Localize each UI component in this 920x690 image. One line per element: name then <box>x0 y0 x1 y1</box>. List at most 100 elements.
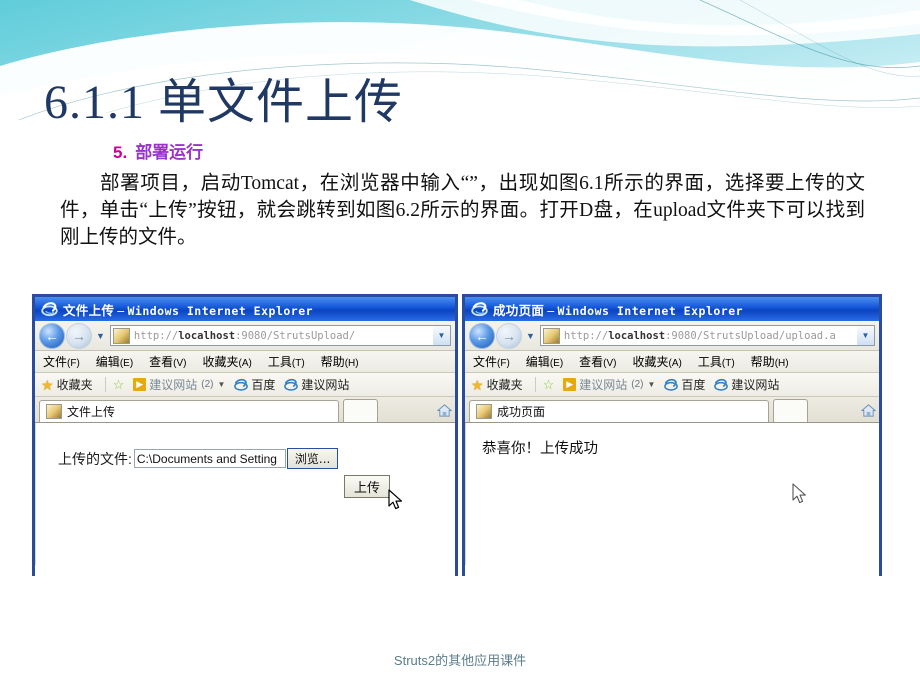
mouse-cursor-icon-right <box>792 483 806 504</box>
titlebar-text-left: 文件上传 – Windows Internet Explorer <box>63 300 313 319</box>
section-heading-text: 部署运行 <box>135 143 204 162</box>
address-bar-right[interactable]: ← → ▼ http://localhost:9080/StrutsUpload… <box>465 321 879 351</box>
add-star-icon: ☆ <box>112 377 125 392</box>
star-icon-right: ★ <box>471 376 484 393</box>
favorites-bar-left[interactable]: ★ 收藏夹 ☆ ▶ 建议网站 (2) ▼ 百度 建议网站 <box>35 373 455 397</box>
tab-strip-right[interactable]: 成功页面 <box>465 397 879 423</box>
address-input-right[interactable]: http://localhost:9080/StrutsUpload/uploa… <box>539 325 858 346</box>
menu-mnemonic-favorites-left: (A) <box>238 358 252 369</box>
menu-item-file-left[interactable]: 文件(F) <box>43 353 80 370</box>
menu-item-help-left[interactable]: 帮助(H) <box>321 353 359 370</box>
menu-label-help-right: 帮助 <box>750 355 775 369</box>
window-title-separator-left: – <box>117 303 125 318</box>
menu-item-tools-left[interactable]: 工具(T) <box>268 353 305 370</box>
bookmark-suggested-left[interactable]: 建议网站 <box>284 376 349 393</box>
suggested-sites-count-right: (2) <box>631 379 644 390</box>
forward-button-right[interactable]: → <box>496 322 522 349</box>
favorites-button-left[interactable]: ★ 收藏夹 <box>41 376 93 393</box>
address-input-left[interactable]: http://localhost:9080/StrutsUpload/ <box>109 325 434 346</box>
page-content-right: 恭喜你！上传成功 <box>465 423 879 565</box>
page-title: 6.1.1 单文件上传 <box>44 76 404 129</box>
home-icon-left[interactable] <box>437 403 452 418</box>
tab-label-left: 文件上传 <box>67 405 116 419</box>
tab-upload-form[interactable]: 文件上传 <box>39 400 339 422</box>
suggested-sites-count-left: (2) <box>201 379 214 390</box>
menu-label-edit-right: 编辑 <box>525 355 550 369</box>
menu-item-tools-right[interactable]: 工具(T) <box>698 353 735 370</box>
favorites-label-right: 收藏夹 <box>486 378 523 392</box>
bookmark-baidu-label-left: 百度 <box>251 378 276 392</box>
browse-button[interactable]: 浏览... <box>286 448 339 469</box>
tab-success-page[interactable]: 成功页面 <box>469 400 769 422</box>
browser-window-success-page[interactable]: 成功页面 – Windows Internet Explorer ← → ▼ htt… <box>462 294 882 576</box>
tab-favicon-left <box>46 404 62 419</box>
suggested-sites-button-right[interactable]: ▶ 建议网站 (2) ▼ <box>563 376 655 393</box>
bookmark-baidu-label-right: 百度 <box>681 378 706 392</box>
ie-bookmark-icon-right-2 <box>714 378 729 391</box>
menu-item-file-right[interactable]: 文件(F) <box>473 353 510 370</box>
back-button-left[interactable]: ← <box>39 322 65 349</box>
address-dropdown-right[interactable]: ▼ <box>857 325 875 346</box>
suggested-sites-chevron-down-icon[interactable]: ▼ <box>217 380 225 389</box>
titlebar-text-right: 成功页面 – Windows Internet Explorer <box>493 300 743 319</box>
home-icon-right[interactable] <box>861 403 876 418</box>
suggested-sites-chevron-down-icon-right[interactable]: ▼ <box>647 380 655 389</box>
ie-bookmark-icon <box>234 378 249 391</box>
menu-item-edit-right[interactable]: 编辑(E) <box>526 353 563 370</box>
ie-bookmark-icon-2 <box>284 378 299 391</box>
page-favicon-left <box>112 327 130 344</box>
address-suffix-right: :9080/StrutsUpload/upload.a <box>665 329 836 342</box>
back-button-right[interactable]: ← <box>469 322 495 349</box>
forward-button-left[interactable]: → <box>66 322 92 349</box>
menu-item-edit-left[interactable]: 编辑(E) <box>96 353 133 370</box>
menu-item-view-left[interactable]: 查看(V) <box>149 353 186 370</box>
address-bar-left[interactable]: ← → ▼ http://localhost:9080/StrutsUpload… <box>35 321 455 351</box>
menu-item-help-right[interactable]: 帮助(H) <box>751 353 789 370</box>
address-text-right: http://localhost:9080/StrutsUpload/uploa… <box>564 330 836 342</box>
bookmark-suggested-label-right: 建议网站 <box>731 378 780 392</box>
bookmark-suggested-right[interactable]: 建议网站 <box>714 376 779 393</box>
menu-label-edit-left: 编辑 <box>95 355 120 369</box>
suggested-sites-button-left[interactable]: ▶ 建议网站 (2) ▼ <box>133 376 225 393</box>
internet-explorer-icon <box>41 301 58 316</box>
menu-item-favorites-right[interactable]: 收藏夹(A) <box>633 353 682 370</box>
presentation-slide: 6.1.1 单文件上传 5. 部署运行 部署项目，启动Tomcat，在浏览器中输入… <box>0 0 920 690</box>
menu-bar-right[interactable]: 文件(F) 编辑(E) 查看(V) 收藏夹(A) 工具(T) 帮助(H) <box>465 351 879 373</box>
section-heading: 5. 部署运行 <box>113 138 203 163</box>
tab-strip-left[interactable]: 文件上传 <box>35 397 455 423</box>
menu-bar-left[interactable]: 文件(F) 编辑(E) 查看(V) 收藏夹(A) 工具(T) 帮助(H) <box>35 351 455 373</box>
history-chevron-down-icon-right[interactable]: ▼ <box>526 331 535 341</box>
menu-item-favorites-left[interactable]: 收藏夹(A) <box>203 353 252 370</box>
address-text-left: http://localhost:9080/StrutsUpload/ <box>134 330 355 342</box>
menu-label-tools-left: 工具 <box>267 355 292 369</box>
favorites-bar-right[interactable]: ★ 收藏夹 ☆ ▶ 建议网站 (2) ▼ 百度 建议网站 <box>465 373 879 397</box>
menu-mnemonic-edit-right: (E) <box>549 358 564 369</box>
forward-arrow-icon: → <box>72 327 86 344</box>
add-to-favorites-button-left[interactable]: ☆ <box>113 378 125 391</box>
window-title-separator-right: – <box>547 303 555 318</box>
menu-mnemonic-tools-left: (T) <box>291 358 305 369</box>
menu-mnemonic-help-right: (H) <box>774 358 789 369</box>
new-tab-button-right[interactable] <box>773 399 808 422</box>
menu-mnemonic-edit-left: (E) <box>119 358 134 369</box>
address-dropdown-left[interactable]: ▼ <box>433 325 451 346</box>
bookmark-baidu-right[interactable]: 百度 <box>664 376 705 393</box>
menu-label-view-left: 查看 <box>149 355 174 369</box>
upload-submit-button[interactable]: 上传 <box>344 475 390 498</box>
menu-mnemonic-file-left: (F) <box>67 358 80 369</box>
favorites-divider-right <box>534 377 536 392</box>
file-path-input[interactable]: C:\Documents and Setting <box>133 449 286 468</box>
suggested-sites-icon-right: ▶ <box>563 378 577 391</box>
add-to-favorites-button-right[interactable]: ☆ <box>543 378 555 391</box>
menu-label-favorites-right: 收藏夹 <box>632 355 669 369</box>
new-tab-button-left[interactable] <box>343 399 378 422</box>
bookmark-baidu-left[interactable]: 百度 <box>234 376 275 393</box>
favorites-button-right[interactable]: ★ 收藏夹 <box>471 376 523 393</box>
history-chevron-down-icon[interactable]: ▼ <box>96 331 105 341</box>
tab-label-right: 成功页面 <box>497 405 546 419</box>
menu-label-help-left: 帮助 <box>320 355 345 369</box>
browser-window-upload-form[interactable]: 文件上传 – Windows Internet Explorer ← → ▼ htt… <box>32 294 458 576</box>
menu-item-view-right[interactable]: 查看(V) <box>579 353 616 370</box>
titlebar-left: 文件上传 – Windows Internet Explorer <box>35 297 455 321</box>
ie-bookmark-icon-right <box>664 378 679 391</box>
